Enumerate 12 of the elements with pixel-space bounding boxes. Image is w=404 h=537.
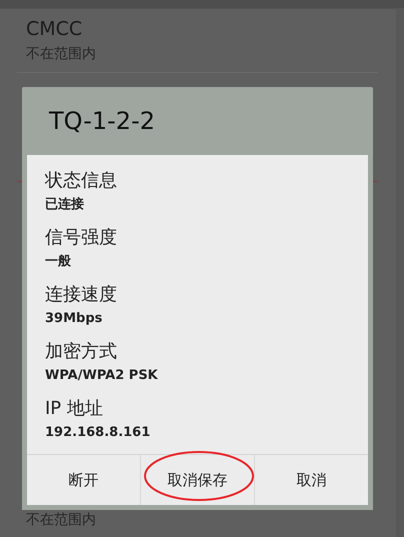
field-label: 连接速度 (45, 283, 118, 307)
field-label: 加密方式 (45, 340, 118, 364)
field-value: 39Mbps (45, 310, 104, 328)
field-label: 信号强度 (45, 226, 118, 250)
field-value: WPA/WPA2 PSK (45, 367, 159, 385)
field-value: 一般 (45, 253, 72, 271)
field-label: 状态信息 (45, 169, 118, 193)
network-status: 不在范围内 (26, 512, 96, 528)
field-value: 192.168.8.161 (45, 424, 152, 442)
dialog-title: TQ-1-2-2 (49, 107, 156, 135)
field-label: IP 地址 (45, 397, 104, 421)
field-value: 已连接 (45, 196, 85, 214)
